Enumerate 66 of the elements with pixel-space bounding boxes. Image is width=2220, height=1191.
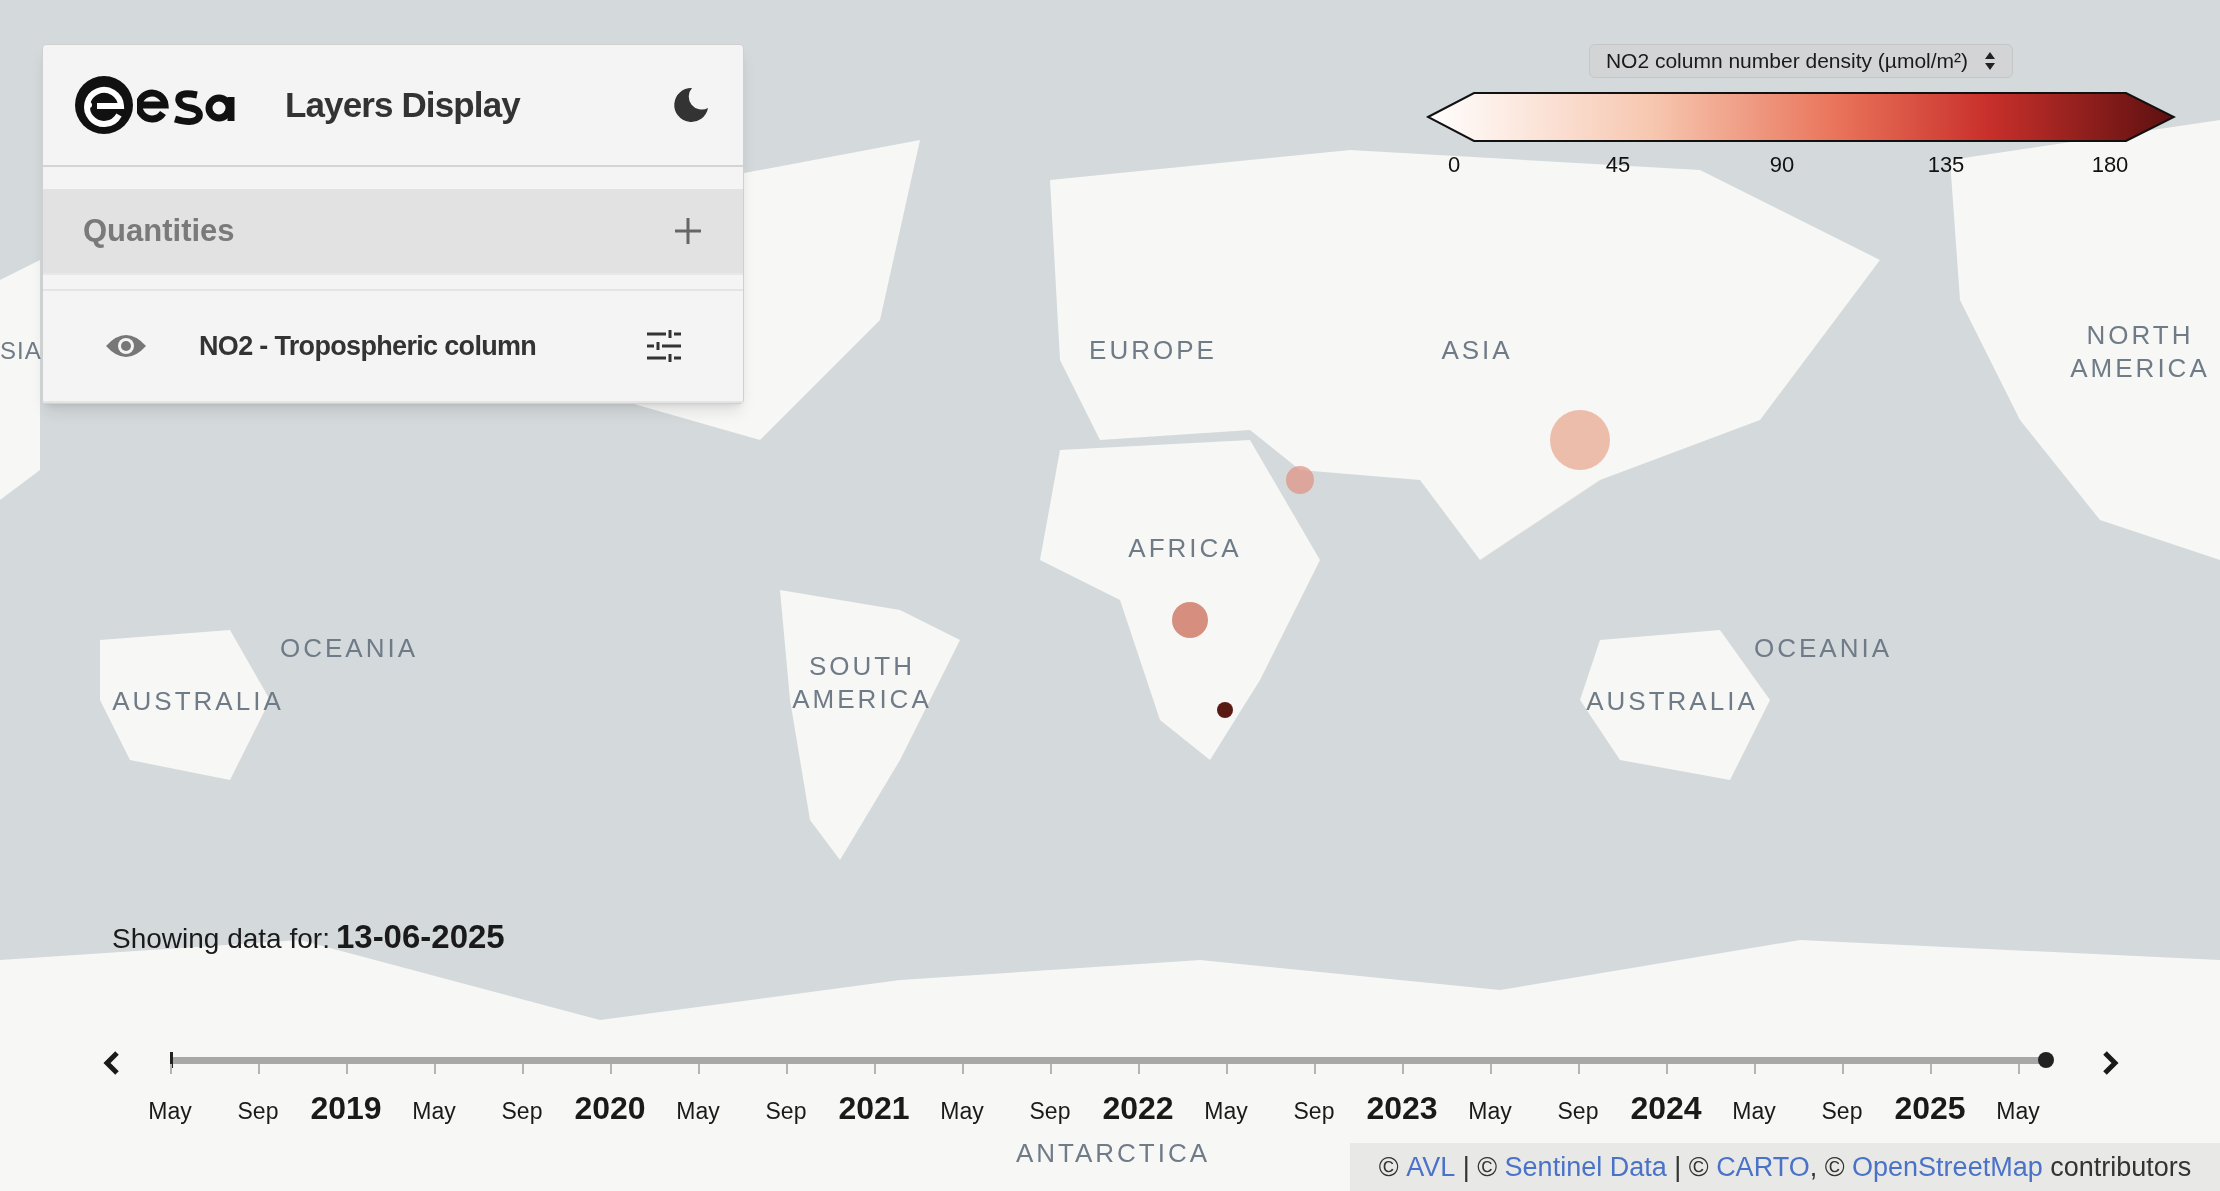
scale-tick-label: 135 <box>1927 151 1965 179</box>
dark-mode-toggle[interactable] <box>671 85 711 125</box>
timeline-month-label: Sep <box>1029 1097 1071 1126</box>
timeline-year-label: 2022 <box>1102 1089 1174 1128</box>
chevron-right-icon <box>2102 1050 2120 1076</box>
timeline-year-label: 2023 <box>1366 1089 1438 1128</box>
map-label: OCEANIA <box>280 631 418 665</box>
map-label: EUROPE <box>1089 333 1217 367</box>
timeline-month-label: Sep <box>1293 1097 1335 1126</box>
layer-settings-button[interactable] <box>645 328 683 364</box>
moon-icon <box>672 86 710 124</box>
timeline-month-label: May <box>1732 1097 1776 1126</box>
attribution-link[interactable]: CARTO <box>1716 1146 1810 1188</box>
date-value: 13-06-2025 <box>335 917 505 957</box>
timeline-month-label: May <box>676 1097 720 1126</box>
scale-tick-label: 0 <box>1447 151 1461 179</box>
timeline-year-label: 2021 <box>838 1089 910 1128</box>
timeline-month-label: Sep <box>501 1097 543 1126</box>
map-label: AUSTRALIA <box>1586 684 1758 718</box>
timeline-month-label: Sep <box>237 1097 279 1126</box>
map-label: SIA <box>0 335 42 366</box>
sliders-icon <box>646 329 682 363</box>
timeline-year-label: 2020 <box>574 1089 646 1128</box>
timeline-month-label: May <box>1468 1097 1512 1126</box>
map-label: ASIA <box>1441 333 1513 367</box>
map-label: NORTH AMERICA <box>2069 319 2211 385</box>
map-label: AUSTRALIA <box>112 684 284 718</box>
scale-tick-label: 180 <box>2091 151 2129 179</box>
attribution-link[interactable]: AVL <box>1406 1146 1456 1188</box>
quantity-select[interactable]: NO2 column number density (µmol/m²) <box>1588 44 2014 78</box>
timeline-month-label: May <box>940 1097 984 1126</box>
timeline-month-label: May <box>148 1097 192 1126</box>
map-label: ANTARCTICA <box>1015 1136 1211 1170</box>
timeline-month-label: Sep <box>1557 1097 1599 1126</box>
map-label: AFRICA <box>1128 531 1242 565</box>
updown-icon <box>1984 50 1997 72</box>
quantities-section-header[interactable]: Quantities <box>43 189 743 275</box>
attribution-link[interactable]: OpenStreetMap <box>1852 1146 2043 1188</box>
eye-icon <box>104 332 148 360</box>
chevron-left-icon <box>102 1050 120 1076</box>
timeline-month-label: May <box>412 1097 456 1126</box>
scale-tick-label: 90 <box>1769 151 1795 179</box>
layer-name: NO2 - Tropospheric column <box>199 329 537 363</box>
timeline-month-label: May <box>1204 1097 1248 1126</box>
esa-logo-icon <box>75 76 133 134</box>
section-label: Quantities <box>83 211 235 250</box>
timeline-month-label: Sep <box>765 1097 807 1126</box>
pollution-hotspot <box>1286 466 1314 494</box>
timeline-year-label: 2024 <box>1630 1089 1702 1128</box>
date-label: Showing data for: <box>112 922 330 956</box>
attribution-text: © AVL | © Sentinel Data | © CARTO, © OpenStreetMap contributors <box>1350 1143 2220 1191</box>
pollution-hotspot <box>1550 410 1610 470</box>
scale-tick-label: 45 <box>1605 151 1631 179</box>
timeline-thumb[interactable] <box>2038 1052 2054 1068</box>
panel-title: Layers Display <box>285 83 520 126</box>
pollution-hotspot <box>1172 602 1208 638</box>
timeline-month-label: May <box>1996 1097 2040 1126</box>
timeline-year-label: 2025 <box>1894 1089 1966 1128</box>
attribution-link[interactable]: Sentinel Data <box>1504 1146 1667 1188</box>
map-label: OCEANIA <box>1754 631 1892 665</box>
plus-icon <box>673 216 703 246</box>
timeline-month-label: Sep <box>1821 1097 1863 1126</box>
pollution-hotspot <box>1217 702 1233 718</box>
map-label: SOUTH AMERICA <box>791 650 933 716</box>
timeline-year-label: 2019 <box>310 1089 382 1128</box>
layer-row[interactable]: NO2 - Tropospheric column <box>43 291 743 403</box>
